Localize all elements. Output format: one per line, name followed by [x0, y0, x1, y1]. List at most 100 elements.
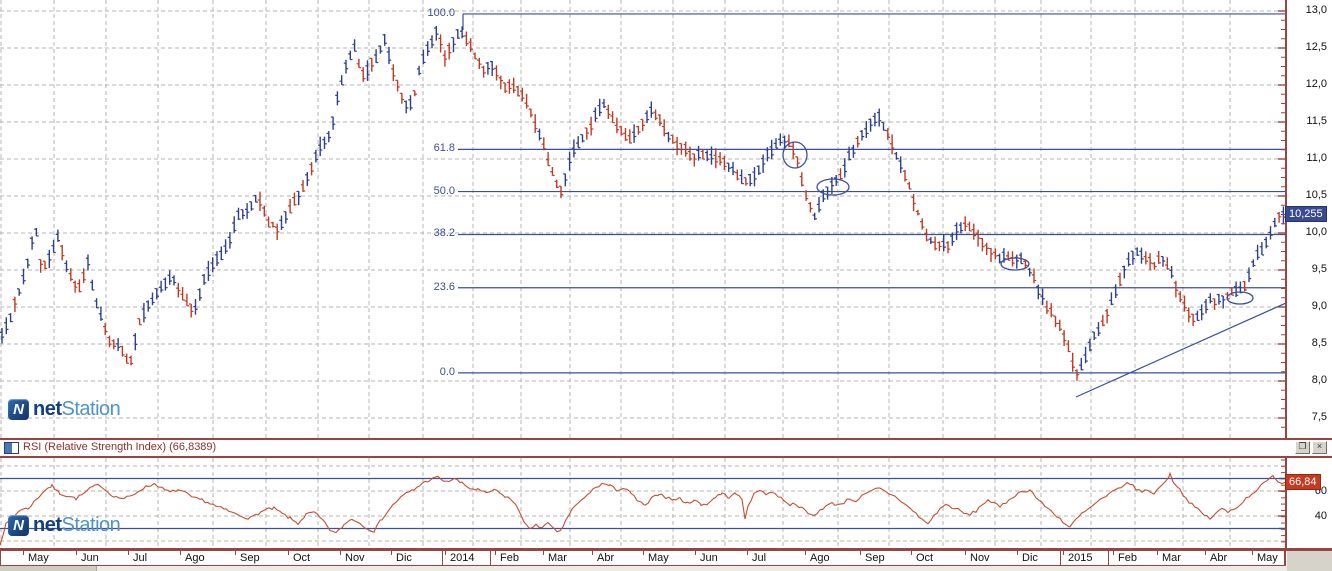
date-tick	[911, 551, 912, 555]
price-axis-label: 10,5	[1305, 189, 1327, 201]
date-axis-label: May	[1257, 552, 1278, 564]
date-axis-label: Nov	[345, 552, 365, 564]
date-axis-label: Ago	[185, 552, 205, 564]
price-axis-label: 9,5	[1311, 263, 1327, 275]
date-axis-label: Sep	[240, 552, 260, 564]
price-axis-label: 11,0	[1306, 152, 1327, 164]
logo-text-station: Station	[61, 514, 121, 536]
date-axis-label: Mar	[548, 552, 567, 564]
date-tick	[543, 551, 544, 555]
indicator-icon	[4, 442, 19, 454]
rsi-axis-label: 40	[1314, 510, 1327, 522]
date-tick	[1063, 551, 1064, 555]
date-axis-label: Feb	[500, 552, 519, 564]
date-tick	[23, 551, 24, 555]
date-tick	[235, 551, 236, 555]
rsi-value-badge: 66,84	[1285, 474, 1321, 490]
price-axis-label: 7,5	[1311, 411, 1327, 423]
ellipse-annotation[interactable]	[782, 141, 808, 169]
rsi-line	[0, 471, 1285, 546]
date-tick	[340, 551, 341, 555]
date-axis-label: Oct	[916, 552, 934, 564]
date-axis-label: Jun	[700, 552, 718, 564]
price-axis-label: 8,5	[1311, 337, 1327, 349]
date-tick	[76, 551, 77, 555]
date-axis-label: May	[648, 552, 669, 564]
netstation-logo-icon: N	[8, 399, 29, 420]
date-axis-label: Abr	[597, 552, 615, 564]
netstation-window: 100.0 61.8 50.0 38.2 23.6 0.0 N net Station 13…	[0, 0, 1332, 571]
last-price-badge: 10,255	[1285, 206, 1327, 222]
date-tick	[391, 551, 392, 555]
date-tick	[1113, 551, 1114, 555]
price-axis-label: 8,0	[1311, 374, 1327, 386]
date-axis-right-edge	[1284, 551, 1286, 565]
ellipse-annotation[interactable]	[816, 178, 850, 196]
logo-text-station: Station	[61, 398, 121, 420]
date-axis-label: Dic	[1022, 552, 1038, 564]
price-axis-label: 12,0	[1305, 78, 1327, 90]
date-axis-label: Oct	[293, 552, 311, 564]
rsi-axis: 60 40	[1287, 458, 1332, 548]
date-axis-label: Sep	[865, 552, 885, 564]
logo-text-net: net	[33, 514, 62, 536]
date-axis-label: Mar	[1162, 552, 1181, 564]
main-chart-panel: 100.0 61.8 50.0 38.2 23.6 0.0 N net Station 13…	[0, 0, 1332, 438]
date-axis-label: Jul	[752, 552, 767, 564]
date-axis-label: Jul	[133, 552, 148, 564]
date-tick	[128, 551, 129, 555]
date-axis-label: Jun	[81, 552, 99, 564]
fib-level-label: 23.6	[433, 280, 455, 293]
rsi-chart-canvas[interactable]	[0, 458, 1285, 548]
date-tick	[1017, 551, 1018, 555]
ellipse-annotation[interactable]	[1226, 291, 1254, 305]
date-axis-label: 2015	[1068, 552, 1093, 564]
bottom-right-corner	[1287, 551, 1332, 571]
horizontal-scrollbar[interactable]	[0, 566, 1332, 571]
date-axis-label: 2014	[450, 552, 475, 564]
rsi-panel-header: RSI (Relative Strength Index) (66,8389) …	[0, 440, 1332, 456]
rsi-panel: N net Station 60 40 66,84	[0, 458, 1332, 548]
date-axis-label: Nov	[970, 552, 990, 564]
date-tick	[747, 551, 748, 555]
date-tick	[592, 551, 593, 555]
rsi-title: RSI (Relative Strength Index) (66,8389)	[23, 441, 217, 453]
price-axis-label: 13,0	[1305, 4, 1327, 16]
price-axis-label: 10,0	[1305, 226, 1327, 238]
netstation-logo-icon: N	[8, 515, 29, 536]
date-axis: May Jun Jul Ago Sep Oct Nov Dic 2014 Feb Mar Abr May…	[0, 551, 1332, 565]
date-tick	[695, 551, 696, 555]
price-axis-label: 12,5	[1305, 41, 1327, 53]
fib-level-label: 50.0	[433, 184, 455, 197]
price-chart-canvas[interactable]	[0, 0, 1285, 438]
netstation-logo: N net Station	[8, 398, 121, 421]
date-axis-label: Feb	[1118, 552, 1137, 564]
date-tick	[1205, 551, 1206, 555]
close-window-button[interactable]: ×	[1312, 441, 1327, 454]
date-tick	[965, 551, 966, 555]
restore-window-button[interactable]: ❐	[1295, 441, 1310, 454]
date-tick	[860, 551, 861, 555]
logo-text-net: net	[33, 398, 62, 420]
date-tick	[1252, 551, 1253, 555]
date-axis-label: Dic	[396, 552, 412, 564]
date-axis-label: Abr	[1210, 552, 1228, 564]
fib-level-label: 61.8	[433, 142, 455, 155]
date-tick	[1157, 551, 1158, 555]
scrollbar-thumb[interactable]	[0, 566, 97, 571]
date-axis-label: Ago	[810, 552, 830, 564]
fib-level-label: 38.2	[433, 227, 455, 240]
fib-level-label: 100.0	[427, 6, 455, 19]
date-tick	[495, 551, 496, 555]
date-tick	[288, 551, 289, 555]
price-bars	[0, 25, 1285, 381]
date-tick	[180, 551, 181, 555]
netstation-logo-rsi: N net Station	[8, 514, 121, 537]
price-axis-label: 9,0	[1311, 300, 1327, 312]
fib-level-label: 0.0	[439, 365, 455, 378]
date-axis-label: May	[28, 552, 49, 564]
price-axis-label: 11,5	[1306, 115, 1327, 127]
date-tick	[445, 551, 446, 555]
date-tick	[643, 551, 644, 555]
date-tick	[805, 551, 806, 555]
